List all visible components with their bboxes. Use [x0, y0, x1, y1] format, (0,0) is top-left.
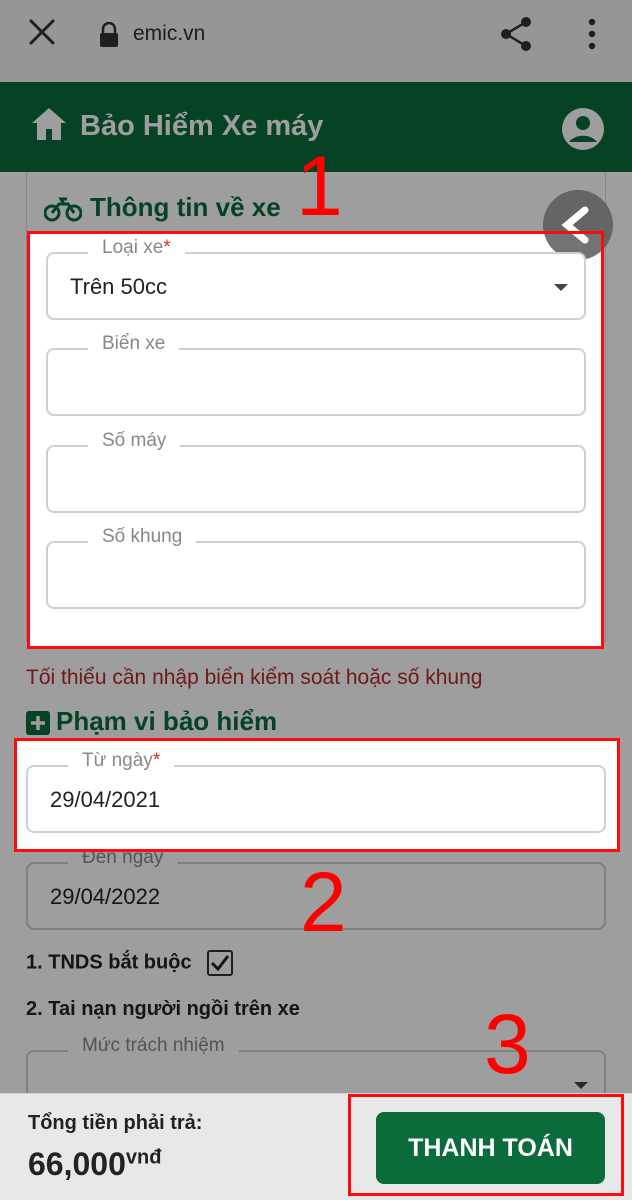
vehicle-section-title: Thông tin về xe: [44, 192, 281, 223]
tnds-label: 1. TNDS bắt buộc: [26, 951, 192, 974]
from-date-value: 29/04/2021: [50, 787, 161, 812]
vehicle-type-value: Trên 50cc: [70, 274, 168, 299]
tnds-option: 1. TNDS bắt buộc: [26, 950, 234, 976]
from-date-label: Từ ngày*: [68, 750, 175, 772]
vehicle-section-label: Thông tin về xe: [90, 192, 281, 222]
annotation-box-3: [348, 1094, 624, 1196]
required-mark: *: [152, 750, 161, 771]
account-icon[interactable]: [560, 106, 606, 152]
accident-option: 2. Tai nạn người ngồi trên xe: [26, 998, 300, 1021]
url-text[interactable]: emic.vn: [133, 22, 205, 46]
from-date-label-text: Từ ngày: [82, 750, 153, 771]
accident-label: 2. Tai nạn người ngồi trên xe: [26, 998, 300, 1020]
more-options-icon[interactable]: [580, 15, 604, 53]
check-icon: [211, 955, 230, 972]
engine-number-label: Số máy: [88, 430, 181, 452]
vehicle-type-select-highlighted[interactable]: Loại xe* Trên 50cc: [46, 237, 586, 320]
total-value: 66,000: [28, 1146, 126, 1182]
to-date-value: 29/04/2022: [50, 884, 161, 909]
chassis-number-input-highlighted[interactable]: Số khung: [46, 526, 586, 609]
vehicle-type-label: Loại xe*: [88, 237, 185, 259]
vehicle-type-label-text: Loại xe: [102, 237, 164, 258]
validation-warning: Tối thiểu cần nhập biển kiểm soát hoặc s…: [26, 666, 483, 689]
total-label: Tổng tiền phải trả:: [28, 1112, 203, 1134]
chevron-down-icon: [574, 1082, 588, 1089]
required-mark: *: [163, 237, 171, 258]
engine-number-input-highlighted[interactable]: Số máy: [46, 430, 586, 513]
tnds-checkbox[interactable]: [207, 950, 234, 976]
browser-toolbar: emic.vn: [0, 0, 632, 82]
plate-label: Biển xe: [88, 333, 180, 355]
liability-label: Mức trách nhiệm: [68, 1035, 239, 1057]
currency-unit: vnđ: [125, 1146, 162, 1169]
chevron-down-icon: [554, 284, 568, 291]
lock-icon: [100, 22, 118, 47]
from-date-input-highlighted[interactable]: Từ ngày* 29/04/2021: [26, 750, 606, 833]
page-title: Bảo Hiểm Xe máy: [80, 110, 324, 142]
annotation-number-3: 3: [484, 997, 531, 1091]
plate-input-highlighted[interactable]: Biển xe: [46, 333, 586, 416]
annotation-number-1: 1: [296, 139, 343, 233]
chassis-number-label: Số khung: [88, 526, 197, 548]
motorbike-icon: [44, 197, 82, 222]
home-icon[interactable]: [30, 106, 68, 142]
share-icon[interactable]: [498, 15, 534, 53]
plus-square-icon: [26, 711, 50, 736]
total-amount: 66,000vnđ: [28, 1146, 161, 1183]
annotation-number-2: 2: [300, 855, 347, 949]
close-icon[interactable]: [26, 16, 58, 48]
coverage-section-title: Phạm vi bảo hiểm: [26, 706, 277, 737]
coverage-section-label: Phạm vi bảo hiểm: [56, 706, 278, 736]
